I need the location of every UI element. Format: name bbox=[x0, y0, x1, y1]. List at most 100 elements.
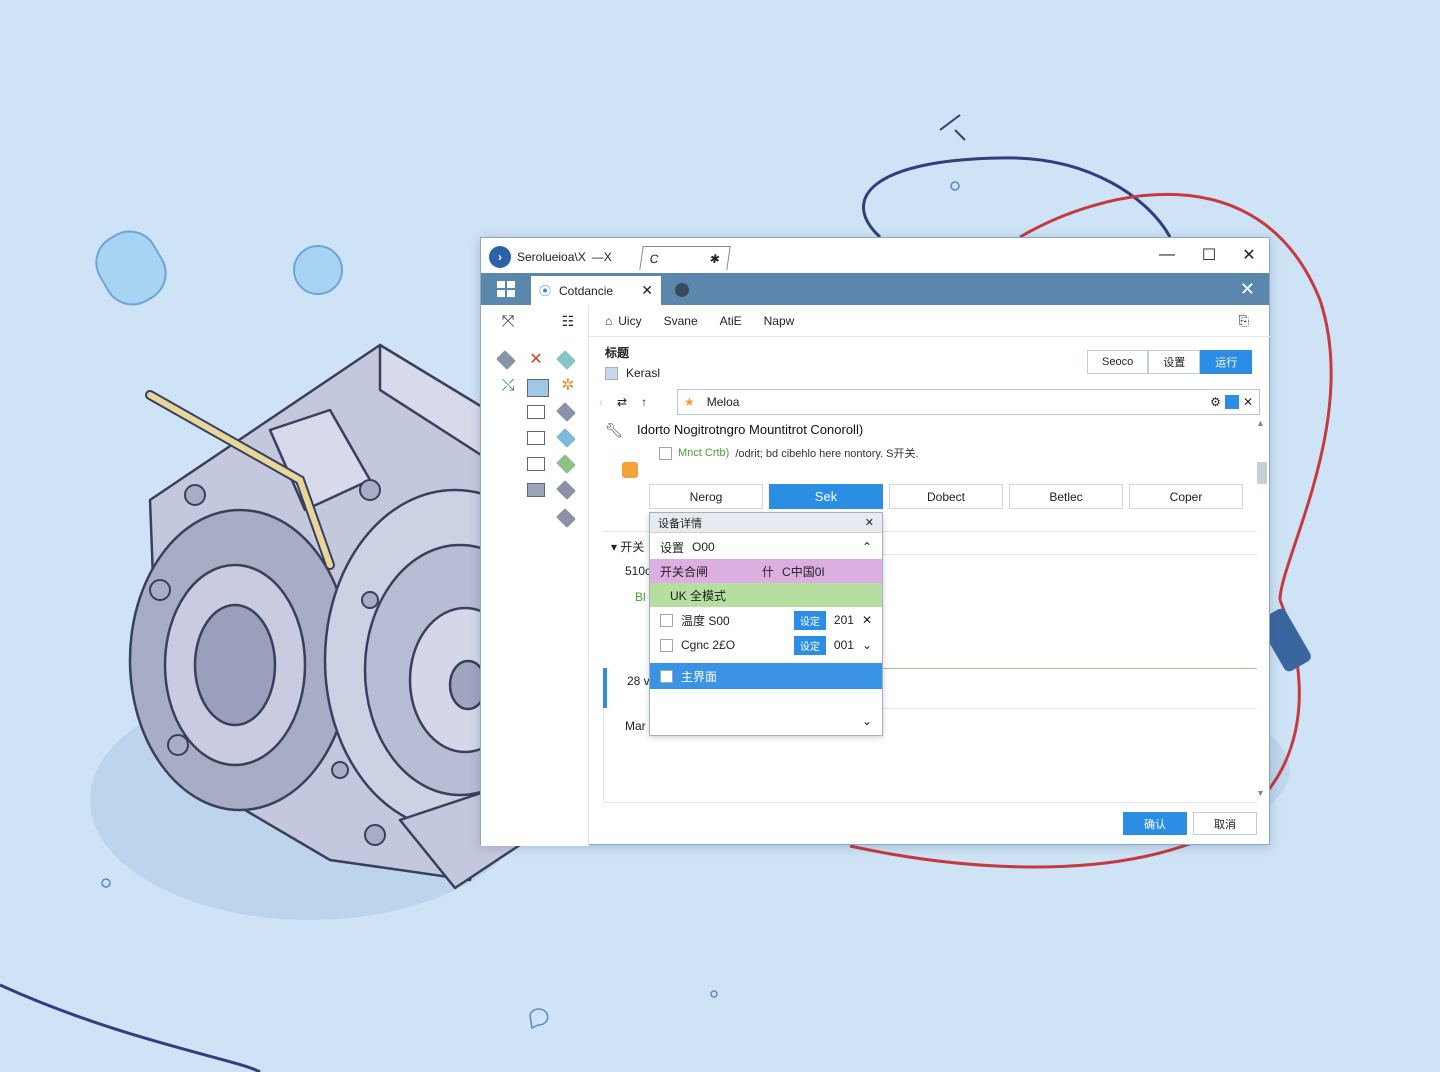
vertical-scrollbar[interactable]: ▲ ▼ bbox=[1255, 418, 1267, 802]
action-button[interactable]: Coper bbox=[1129, 484, 1243, 509]
node-box-icon[interactable] bbox=[527, 431, 545, 445]
document-tab-label: Cotdancie bbox=[559, 283, 614, 298]
menu-item-label: AtiE bbox=[719, 313, 742, 328]
cube-green-node-icon[interactable] bbox=[556, 454, 576, 474]
side-label: Bl bbox=[635, 590, 646, 604]
segmented-control: Seoco 设置 运行 bbox=[1087, 350, 1253, 374]
node-box-icon[interactable] bbox=[527, 405, 545, 419]
search-input[interactable]: ★ Meloa ⚙ ✕ bbox=[677, 389, 1260, 415]
scroll-thumb[interactable] bbox=[1257, 462, 1267, 484]
search-toggle[interactable] bbox=[1224, 395, 1239, 409]
maximize-button[interactable]: ☐ bbox=[1195, 244, 1223, 266]
star-icon: ★ bbox=[684, 395, 695, 409]
dropdown-row[interactable]: Cgnc 2£O 设定 001 ⌄ bbox=[650, 633, 882, 657]
row-label: 主界面 bbox=[681, 669, 718, 684]
group-header[interactable]: ▾ 开关 bbox=[611, 538, 644, 555]
delete-tool-icon[interactable]: ✕ bbox=[525, 351, 547, 369]
dropdown-row-selected[interactable]: 主界面 bbox=[650, 663, 882, 689]
chevron-up-icon[interactable]: ⌃ bbox=[862, 540, 872, 554]
menu-item-napw[interactable]: Napw bbox=[764, 314, 795, 328]
status-dot-icon[interactable] bbox=[675, 283, 689, 297]
tabstrip-close-icon[interactable]: ✕ bbox=[1240, 279, 1255, 300]
dropdown-row[interactable]: 设置 O00 ⌃ bbox=[650, 535, 882, 559]
menu-item-home[interactable]: ⌂ Uicy bbox=[605, 314, 642, 328]
up-arrow-icon[interactable]: ↑ bbox=[641, 395, 647, 409]
title-bar: › Serolueioa\X —X C ✱ — ☐ ✕ bbox=[481, 238, 1269, 273]
scroll-down-icon[interactable]: ▼ bbox=[1256, 788, 1265, 798]
back-icon[interactable]: ‹ bbox=[599, 395, 603, 409]
block-tool-icon[interactable] bbox=[527, 379, 549, 397]
close-button[interactable]: ✕ bbox=[1235, 244, 1263, 266]
row-number: 201 bbox=[833, 613, 854, 627]
cube-blue-node-icon[interactable] bbox=[556, 428, 576, 448]
divider bbox=[588, 530, 589, 846]
document-tab-close-icon[interactable]: ✕ bbox=[641, 282, 653, 299]
browser-tab-second[interactable]: C ✱ bbox=[639, 246, 731, 270]
settings-icon[interactable]: ⚙ bbox=[1210, 395, 1221, 409]
action-button[interactable]: Betlec bbox=[1009, 484, 1123, 509]
browser-tab-active[interactable]: › Serolueioa\X —X bbox=[489, 244, 639, 270]
menu-item-ate[interactable]: AtiE bbox=[720, 314, 742, 328]
row-label: 温度 S00 bbox=[681, 613, 730, 628]
divider bbox=[883, 668, 1257, 669]
app-icon: › bbox=[489, 246, 511, 268]
row-value: C中国0I bbox=[782, 564, 825, 579]
cube-node-icon[interactable] bbox=[556, 480, 576, 500]
cancel-button[interactable]: 取消 bbox=[1193, 812, 1257, 835]
remove-icon[interactable]: ✕ bbox=[862, 613, 872, 627]
cube-teal-tool-icon[interactable] bbox=[556, 350, 576, 370]
row-tag[interactable]: 设定 bbox=[793, 610, 826, 630]
checkbox[interactable] bbox=[605, 366, 618, 380]
row-label: UK 全模式 bbox=[670, 588, 727, 603]
menu-bar: ⌂ Uicy Svane AtiE Napw ⎘ bbox=[589, 305, 1271, 337]
description-checkbox[interactable] bbox=[659, 446, 672, 460]
link-icon[interactable]: ⇄ bbox=[617, 395, 627, 409]
checkbox-label: Kerasl bbox=[626, 366, 661, 380]
group-header-label: 开关 bbox=[620, 540, 645, 554]
cube-node-icon[interactable] bbox=[556, 402, 576, 422]
pin-icon[interactable]: ✱ bbox=[709, 252, 721, 266]
row-number: 001 bbox=[833, 638, 854, 652]
document-tab[interactable]: ⦿ Cotdancie ✕ bbox=[531, 276, 661, 305]
clear-search-icon[interactable]: ✕ bbox=[1243, 395, 1253, 409]
segment-option[interactable]: Seoco bbox=[1087, 350, 1149, 374]
dropdown-row[interactable]: 开关合闸 什 C中国0I bbox=[650, 559, 882, 583]
dropdown-close-icon[interactable]: ✕ bbox=[865, 516, 874, 529]
action-button-active[interactable]: Sek bbox=[769, 484, 883, 509]
menu-item-share[interactable]: Svane bbox=[664, 314, 698, 328]
search-row: ‹ ⇄ ↑ ★ Meloa ⚙ ✕ bbox=[599, 389, 1260, 415]
windows-logo-icon bbox=[497, 281, 515, 297]
scroll-up-icon[interactable]: ▲ bbox=[1256, 418, 1265, 428]
minimize-button[interactable]: — bbox=[1153, 244, 1181, 266]
row-checkbox[interactable] bbox=[660, 638, 673, 652]
segment-option[interactable]: 设置 bbox=[1148, 350, 1201, 374]
action-button[interactable]: Nerog bbox=[649, 484, 763, 509]
chevron-down-icon[interactable]: ⌄ bbox=[862, 638, 872, 652]
kerasl-checkbox-row[interactable]: Kerasl bbox=[605, 366, 660, 380]
list-icon[interactable]: ☷ bbox=[557, 313, 579, 331]
divider bbox=[883, 708, 1257, 709]
node-box-filled-icon[interactable] bbox=[527, 483, 545, 497]
row-checkbox[interactable] bbox=[660, 669, 673, 683]
node-box-icon[interactable] bbox=[527, 457, 545, 471]
row-label: 开关合闸 bbox=[660, 564, 709, 579]
confirm-button[interactable]: 确认 bbox=[1123, 812, 1187, 835]
dropdown-row[interactable]: UK 全模式 bbox=[650, 583, 882, 607]
connect-tool-icon[interactable]: ⤯ bbox=[497, 377, 519, 395]
tab-close-icon[interactable]: —X bbox=[592, 250, 612, 264]
row-checkbox[interactable] bbox=[660, 613, 673, 627]
divider bbox=[603, 802, 1257, 803]
spark-tool-icon[interactable]: ✲ bbox=[557, 377, 579, 395]
dropdown-row[interactable]: 温度 S00 设定 201 ✕ bbox=[650, 608, 882, 632]
segment-option-active[interactable]: 运行 bbox=[1200, 350, 1253, 374]
export-icon[interactable]: ⎘ bbox=[1239, 313, 1249, 329]
chevron-down-icon[interactable]: ⌄ bbox=[862, 714, 872, 728]
cube-node-icon[interactable] bbox=[556, 508, 576, 528]
row-tag[interactable]: 设定 bbox=[793, 635, 826, 655]
cube-tool-icon[interactable] bbox=[496, 350, 516, 370]
action-button[interactable]: Dobect bbox=[889, 484, 1003, 509]
collapse-icon[interactable]: ⤧ bbox=[497, 313, 519, 331]
dropdown-footer: ⌄ bbox=[650, 709, 882, 733]
tool-palette: ⤧ ☷ ✕ ⤯ ✲ bbox=[481, 305, 589, 846]
menu-item-label: Svane bbox=[663, 313, 698, 328]
